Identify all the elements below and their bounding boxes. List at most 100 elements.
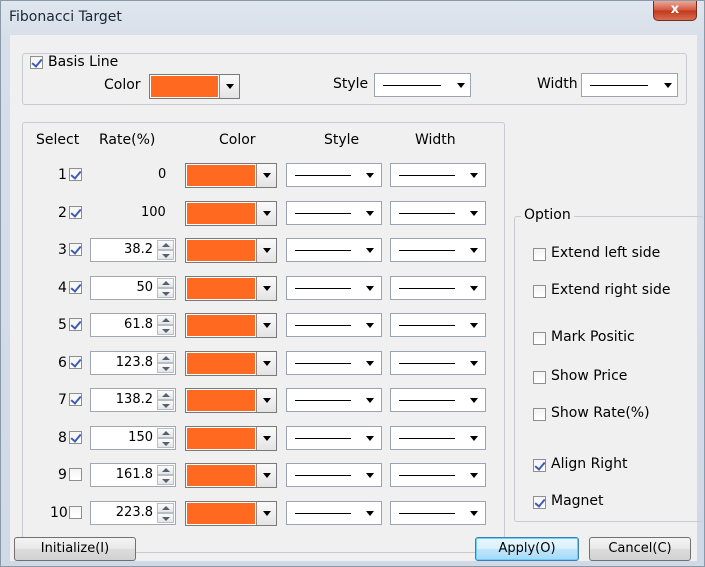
basis-line-checkbox[interactable] [30, 56, 43, 69]
chevron-down-icon[interactable] [366, 173, 374, 178]
basis-color-dropdown[interactable] [149, 74, 240, 99]
rate-spinbox[interactable]: 150 [90, 426, 176, 450]
row-select-checkbox[interactable] [69, 468, 82, 481]
chevron-down-icon[interactable] [219, 75, 239, 98]
row-select-checkbox[interactable] [69, 281, 82, 294]
spin-up-icon[interactable] [157, 278, 174, 288]
row-width-dropdown[interactable] [390, 238, 486, 262]
rate-spinbox[interactable]: 161.8 [90, 463, 176, 487]
option-checkbox[interactable] [533, 371, 546, 384]
row-style-dropdown[interactable] [286, 463, 382, 487]
chevron-down-icon[interactable] [470, 436, 478, 441]
chevron-down-icon[interactable] [366, 248, 374, 253]
basis-width-dropdown[interactable] [581, 73, 678, 97]
spin-up-icon[interactable] [157, 315, 174, 325]
rate-spinbox[interactable]: 223.8 [90, 501, 176, 525]
rate-spinbox[interactable]: 61.8 [90, 313, 176, 337]
chevron-down-icon[interactable] [366, 361, 374, 366]
row-select-checkbox[interactable] [69, 206, 82, 219]
row-color-dropdown[interactable] [185, 426, 277, 451]
option-checkbox[interactable] [533, 496, 546, 509]
spin-up-icon[interactable] [157, 240, 174, 250]
spin-down-icon[interactable] [157, 363, 174, 373]
rate-spinbox[interactable]: 123.8 [90, 351, 176, 375]
row-color-dropdown[interactable] [185, 463, 277, 488]
chevron-down-icon[interactable] [256, 427, 276, 450]
spin-down-icon[interactable] [157, 475, 174, 485]
row-color-dropdown[interactable] [185, 163, 277, 188]
rate-spinbox[interactable]: 38.2 [90, 238, 176, 262]
option-checkbox[interactable] [533, 408, 546, 421]
chevron-down-icon[interactable] [256, 164, 276, 187]
spin-down-icon[interactable] [157, 325, 174, 335]
chevron-down-icon[interactable] [256, 502, 276, 525]
row-width-dropdown[interactable] [390, 276, 486, 300]
chevron-down-icon[interactable] [470, 286, 478, 291]
chevron-down-icon[interactable] [664, 83, 672, 88]
spin-down-icon[interactable] [157, 513, 174, 523]
row-width-dropdown[interactable] [390, 388, 486, 412]
chevron-down-icon[interactable] [366, 511, 374, 516]
spin-down-icon[interactable] [157, 250, 174, 260]
row-color-dropdown[interactable] [185, 276, 277, 301]
row-width-dropdown[interactable] [390, 351, 486, 375]
row-style-dropdown[interactable] [286, 426, 382, 450]
option-checkbox[interactable] [533, 459, 546, 472]
row-width-dropdown[interactable] [390, 463, 486, 487]
chevron-down-icon[interactable] [256, 352, 276, 375]
row-select-checkbox[interactable] [69, 431, 82, 444]
chevron-down-icon[interactable] [256, 202, 276, 225]
chevron-down-icon[interactable] [457, 83, 465, 88]
initialize-button[interactable]: Initialize(I) [14, 537, 136, 561]
row-width-dropdown[interactable] [390, 163, 486, 187]
chevron-down-icon[interactable] [470, 361, 478, 366]
row-select-checkbox[interactable] [69, 506, 82, 519]
spin-down-icon[interactable] [157, 438, 174, 448]
row-style-dropdown[interactable] [286, 238, 382, 262]
option-checkbox[interactable] [533, 248, 546, 261]
spin-up-icon[interactable] [157, 353, 174, 363]
spin-up-icon[interactable] [157, 465, 174, 475]
row-select-checkbox[interactable] [69, 243, 82, 256]
row-style-dropdown[interactable] [286, 163, 382, 187]
row-select-checkbox[interactable] [69, 318, 82, 331]
row-color-dropdown[interactable] [185, 201, 277, 226]
apply-button[interactable]: Apply(O) [475, 537, 579, 561]
chevron-down-icon[interactable] [470, 173, 478, 178]
chevron-down-icon[interactable] [366, 286, 374, 291]
chevron-down-icon[interactable] [470, 211, 478, 216]
row-color-dropdown[interactable] [185, 351, 277, 376]
chevron-down-icon[interactable] [256, 277, 276, 300]
row-color-dropdown[interactable] [185, 388, 277, 413]
spin-down-icon[interactable] [157, 288, 174, 298]
chevron-down-icon[interactable] [366, 436, 374, 441]
close-button[interactable]: x [653, 1, 697, 21]
chevron-down-icon[interactable] [256, 314, 276, 337]
row-style-dropdown[interactable] [286, 201, 382, 225]
row-color-dropdown[interactable] [185, 313, 277, 338]
option-checkbox[interactable] [533, 285, 546, 298]
chevron-down-icon[interactable] [256, 464, 276, 487]
row-style-dropdown[interactable] [286, 351, 382, 375]
row-width-dropdown[interactable] [390, 313, 486, 337]
chevron-down-icon[interactable] [470, 473, 478, 478]
chevron-down-icon[interactable] [366, 473, 374, 478]
basis-style-dropdown[interactable] [374, 73, 471, 97]
chevron-down-icon[interactable] [256, 239, 276, 262]
chevron-down-icon[interactable] [366, 323, 374, 328]
spin-up-icon[interactable] [157, 428, 174, 438]
row-width-dropdown[interactable] [390, 501, 486, 525]
rate-spinbox[interactable]: 50 [90, 276, 176, 300]
cancel-button[interactable]: Cancel(C) [589, 537, 691, 561]
row-color-dropdown[interactable] [185, 238, 277, 263]
row-style-dropdown[interactable] [286, 388, 382, 412]
chevron-down-icon[interactable] [470, 323, 478, 328]
rate-spinbox[interactable]: 138.2 [90, 388, 176, 412]
row-style-dropdown[interactable] [286, 313, 382, 337]
chevron-down-icon[interactable] [470, 248, 478, 253]
spin-up-icon[interactable] [157, 503, 174, 513]
chevron-down-icon[interactable] [470, 511, 478, 516]
chevron-down-icon[interactable] [366, 398, 374, 403]
row-width-dropdown[interactable] [390, 426, 486, 450]
chevron-down-icon[interactable] [470, 398, 478, 403]
